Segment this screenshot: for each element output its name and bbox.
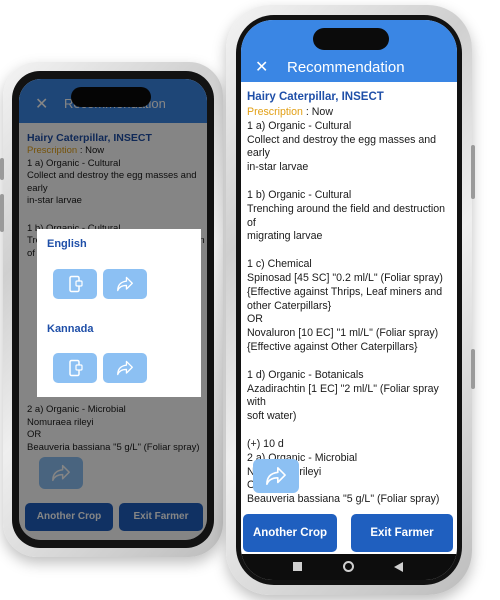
- text-line: (+) 10 d: [247, 437, 284, 450]
- text-line: Spinosad [45 SC] "0.2 ml/L" (Foliar spra…: [247, 271, 443, 284]
- text-line: in-star larvae: [247, 161, 309, 174]
- prescription-row: Prescription : Now: [247, 106, 453, 120]
- phone-icon: [69, 275, 83, 293]
- left-phone-bezel: ✕ Recommendation Hairy Caterpillar, INSE…: [12, 71, 214, 548]
- text-line: {Effective against Other Caterpillars}: [247, 340, 418, 353]
- share-icon: [117, 360, 133, 376]
- phone-button-english[interactable]: [53, 269, 97, 299]
- left-phone-screen: ✕ Recommendation Hairy Caterpillar, INSE…: [19, 79, 207, 540]
- left-phone: ✕ Recommendation Hairy Caterpillar, INSE…: [0, 62, 223, 557]
- close-icon[interactable]: ✕: [255, 57, 268, 77]
- exit-farmer-button[interactable]: Exit Farmer: [351, 514, 453, 552]
- text-line: Beauveria bassiana "5 g/L" (Foliar spray…: [247, 493, 440, 506]
- language-dialog: English Kannada: [37, 229, 201, 397]
- text-line: other Caterpillars}: [247, 299, 332, 312]
- text-line: {Effective against Thrips, Leaf miners a…: [247, 285, 443, 298]
- text-line: soft water): [247, 410, 297, 423]
- text-line: Novaluron [10 EC] "1 ml/L" (Foliar spray…: [247, 327, 439, 340]
- share-button-english[interactable]: [103, 269, 147, 299]
- phone-icon: [69, 359, 83, 377]
- prescription-label: Prescription: [247, 106, 303, 118]
- language-kannada: Kannada: [47, 323, 94, 335]
- another-crop-button[interactable]: Another Crop: [243, 514, 337, 552]
- phone-button-kannada[interactable]: [53, 353, 97, 383]
- prescription-value: : Now: [305, 106, 333, 118]
- share-button-kannada[interactable]: [103, 353, 147, 383]
- right-phone-side-button: [471, 145, 475, 199]
- text-line: OR: [247, 313, 263, 326]
- right-phone-screen: ✕ Recommendation Hairy Caterpillar, INSE…: [241, 20, 457, 580]
- text-line: 1 a) Organic - Cultural: [247, 119, 352, 132]
- android-nav-bar: [241, 554, 457, 580]
- right-phone-bezel: ✕ Recommendation Hairy Caterpillar, INSE…: [236, 15, 462, 585]
- share-button[interactable]: [253, 459, 299, 493]
- text-line: 1 c) Chemical: [247, 258, 312, 271]
- text-line: Azadirachtin [1 EC] "2 ml/L" (Foliar spr…: [247, 382, 439, 409]
- text-line: 1 d) Organic - Botanicals: [247, 368, 364, 381]
- back-nav-icon[interactable]: [393, 561, 404, 573]
- share-icon: [117, 276, 133, 292]
- share-icon: [266, 467, 286, 485]
- text-line: migrating larvae: [247, 230, 323, 243]
- recommendation-content: Hairy Caterpillar, INSECT Prescription :…: [247, 89, 453, 507]
- right-phone-side-button: [471, 349, 475, 389]
- text-line: Collect and destroy the egg masses and e…: [247, 133, 437, 160]
- left-phone-side-button: [0, 158, 4, 180]
- pest-title: Hairy Caterpillar, INSECT: [247, 91, 384, 103]
- header-title: Recommendation: [287, 59, 405, 76]
- square-nav-icon[interactable]: [293, 562, 302, 571]
- text-line: 1 b) Organic - Cultural: [247, 188, 352, 201]
- left-phone-side-button: [0, 194, 4, 232]
- circle-nav-icon[interactable]: [343, 561, 354, 572]
- text-line: Trenching around the field and destructi…: [247, 202, 446, 229]
- language-english: English: [47, 238, 87, 250]
- right-phone: ✕ Recommendation Hairy Caterpillar, INSE…: [226, 5, 475, 595]
- notch: [313, 28, 389, 50]
